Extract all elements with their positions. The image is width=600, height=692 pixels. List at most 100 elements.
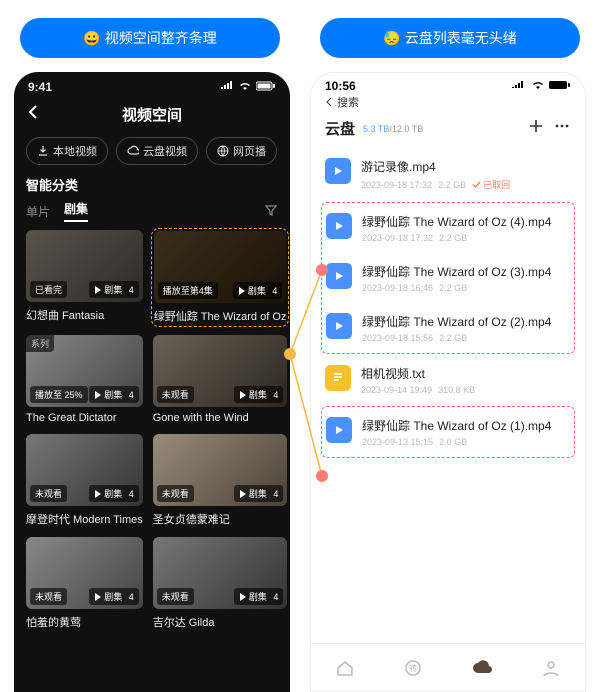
video-title: 绿野仙踪 The Wizard of Oz [154,308,287,324]
series-badge: 剧集 4 [234,386,284,403]
signal-icon [220,80,234,94]
play-icon [94,286,102,294]
video-card[interactable]: 未观看 剧集 4 吉尔达 Gilda [153,537,288,630]
tab-single[interactable]: 单片 [26,203,50,220]
tab-cloud-icon[interactable] [471,658,493,678]
status-badge: 未观看 [157,386,194,403]
series-badge: 剧集 4 [234,485,284,502]
header-right: 云盘 5.3 TB/12.0 TB [311,111,585,148]
grouped-files-top: 绿野仙踪 The Wizard of Oz (4).mp4 2023-09-18… [321,202,575,354]
globe-icon [217,145,229,157]
play-icon [94,593,102,601]
video-file-icon [325,158,351,184]
tab-home-icon[interactable] [335,658,355,678]
file-meta: 2023-09-18 15:562.2 GB [362,333,570,343]
banner-right: 😓 云盘列表毫无头绪 [320,18,580,58]
video-file-icon [326,263,352,289]
tab-series[interactable]: 剧集 [64,200,88,222]
video-title: The Great Dictator [26,412,143,424]
page-title: 云盘 [325,118,355,139]
quota-text: 5.3 TB/12.0 TB [363,124,423,134]
video-card[interactable]: 未观看 剧集 4 摩登时代 Modern Times [26,434,143,527]
file-item[interactable]: 相机视频.txt 2023-09-14 19:49310.8 KB [325,355,571,405]
page-title: 视频空间 [122,104,182,125]
wifi-icon [531,79,545,93]
file-name: 绿野仙踪 The Wizard of Oz (1).mp4 [362,417,570,434]
status-badge: 已看完 [30,281,67,298]
video-card[interactable]: 未观看 剧集 4 怕羞的黄莺 [26,537,143,630]
status-badge: 未观看 [30,588,67,605]
video-card-highlighted[interactable]: 播放至第4集 剧集 4 绿野仙踪 The Wizard of Oz [151,228,290,327]
file-name: 绿野仙踪 The Wizard of Oz (2).mp4 [362,313,570,330]
download-icon [37,145,49,157]
chip-local-label: 本地视频 [53,143,97,159]
header-left: 视频空间 [14,96,290,137]
video-title: 幻想曲 Fantasia [26,307,143,323]
back-icon[interactable] [26,104,42,125]
play-icon [94,490,102,498]
more-icon[interactable] [553,117,571,140]
video-title: 摩登时代 Modern Times [26,511,143,527]
series-badge: 剧集 4 [89,485,139,502]
tab-profile-icon[interactable] [541,658,561,678]
section-title: 智能分类 [14,175,290,200]
file-item[interactable]: 绿野仙踪 The Wizard of Oz (1).mp4 2023-09-13… [326,407,570,457]
svg-text:转: 转 [409,663,417,673]
status-bar-right: 10:56 [311,73,585,93]
wifi-icon [238,80,252,94]
file-list: 游记录像.mp4 2023-09-18 17:322.2 GB 已取回 绿野仙踪… [311,148,585,458]
video-title: 圣女贞德蒙难记 [153,511,288,527]
file-meta: 2023-09-18 17:322.2 GB 已取回 [361,178,571,191]
chip-local[interactable]: 本地视频 [26,137,108,165]
status-time: 9:41 [28,80,52,94]
series-badge: 剧集 4 [234,588,284,605]
filter-icon[interactable] [264,203,278,220]
connector-dot-source [284,348,296,360]
emoji-happy-icon: 😀 [83,30,100,47]
video-card[interactable]: 未观看 剧集 4 圣女贞德蒙难记 [153,434,288,527]
connector-dot-target-bottom [316,470,328,482]
status-badge: 播放至 25% [30,386,88,403]
file-name: 绿野仙踪 The Wizard of Oz (4).mp4 [362,213,570,230]
status-badge: 未观看 [157,588,194,605]
video-card[interactable]: 未观看 剧集 4 Gone with the Wind [153,335,288,424]
status-badge: 播放至第4集 [158,282,218,299]
chip-cloud[interactable]: 云盘视频 [116,137,198,165]
text-file-icon [325,365,351,391]
banner-left-text: 视频空间整齐条理 [105,28,217,48]
phone-right: 10:56 搜索 云盘 5.3 TB/12.0 TB 游记录像.mp4 2023… [310,72,586,692]
chip-web[interactable]: 网页播 [206,137,277,165]
add-icon[interactable] [527,117,545,140]
play-icon [239,490,247,498]
signal-icon [511,79,527,93]
video-card[interactable]: 系列 播放至 25% 剧集 4 The Great Dictator [26,335,143,424]
video-title: 吉尔达 Gilda [153,614,288,630]
cloud-icon [127,145,139,157]
file-meta: 2023-09-18 16:462.2 GB [362,283,570,293]
video-title: Gone with the Wind [153,412,288,424]
tab-share-icon[interactable]: 转 [403,658,423,678]
video-file-icon [326,313,352,339]
recall-badge: 已取回 [472,178,510,191]
series-badge: 剧集 4 [89,281,139,298]
series-badge: 剧集 4 [89,386,139,403]
file-item[interactable]: 绿野仙踪 The Wizard of Oz (4).mp4 2023-09-18… [326,203,570,253]
video-card[interactable]: 已看完 剧集 4 幻想曲 Fantasia [26,230,143,325]
phone-left: 9:41 视频空间 本地视频 云盘视频 网页播 智能分类 单片 剧集 [14,72,290,692]
status-badge: 未观看 [157,485,194,502]
file-item[interactable]: 绿野仙踪 The Wizard of Oz (2).mp4 2023-09-18… [326,303,570,353]
series-badge: 剧集 4 [89,588,139,605]
play-icon [94,391,102,399]
file-item[interactable]: 游记录像.mp4 2023-09-18 17:322.2 GB 已取回 [325,148,571,201]
connector-dot-target-top [316,264,328,276]
search-back-row[interactable]: 搜索 [311,93,585,111]
video-grid: 已看完 剧集 4 幻想曲 Fantasia 播放至第4集 剧集 4 绿野仙踪 T… [14,230,290,642]
source-chips: 本地视频 云盘视频 网页播 [14,137,290,175]
search-label: 搜索 [337,94,359,110]
banner-right-text: 云盘列表毫无头绪 [405,28,517,48]
play-icon [238,287,246,295]
emoji-sweat-icon: 😓 [383,30,400,47]
file-item[interactable]: 绿野仙踪 The Wizard of Oz (3).mp4 2023-09-18… [326,253,570,303]
file-name: 绿野仙踪 The Wizard of Oz (3).mp4 [362,263,570,280]
banner-left: 😀 视频空间整齐条理 [20,18,280,58]
